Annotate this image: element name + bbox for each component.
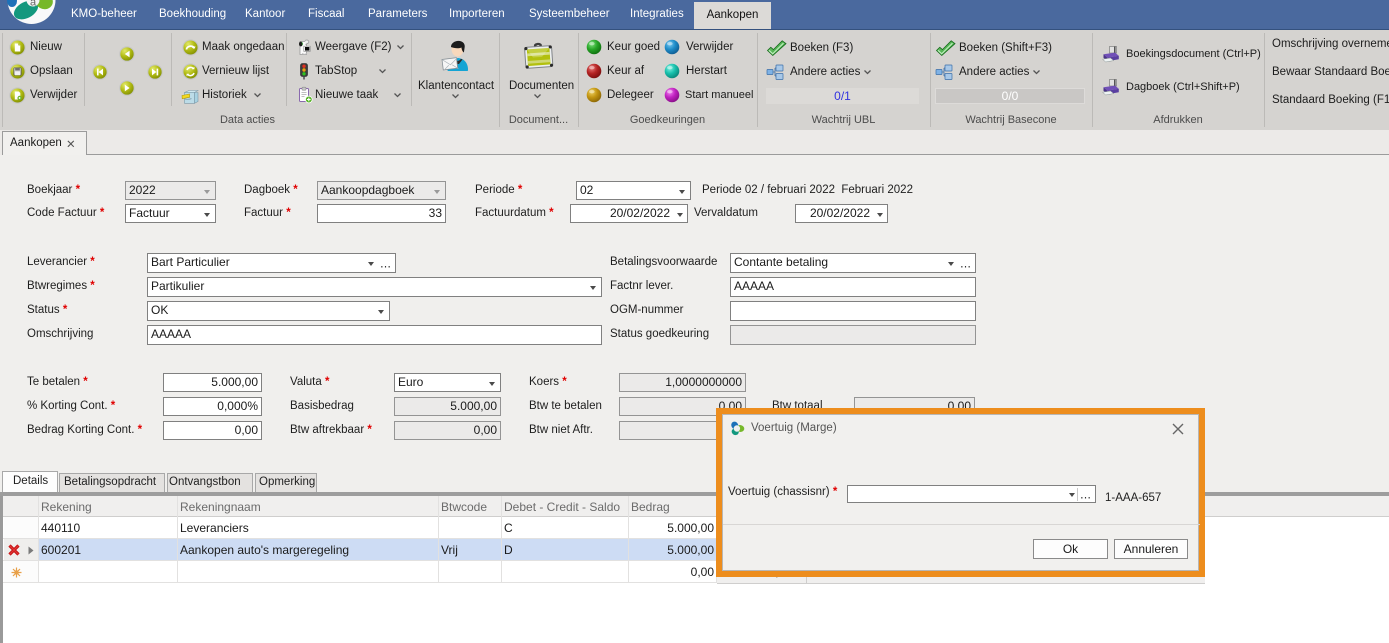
svg-text:a: a — [30, 0, 37, 9]
